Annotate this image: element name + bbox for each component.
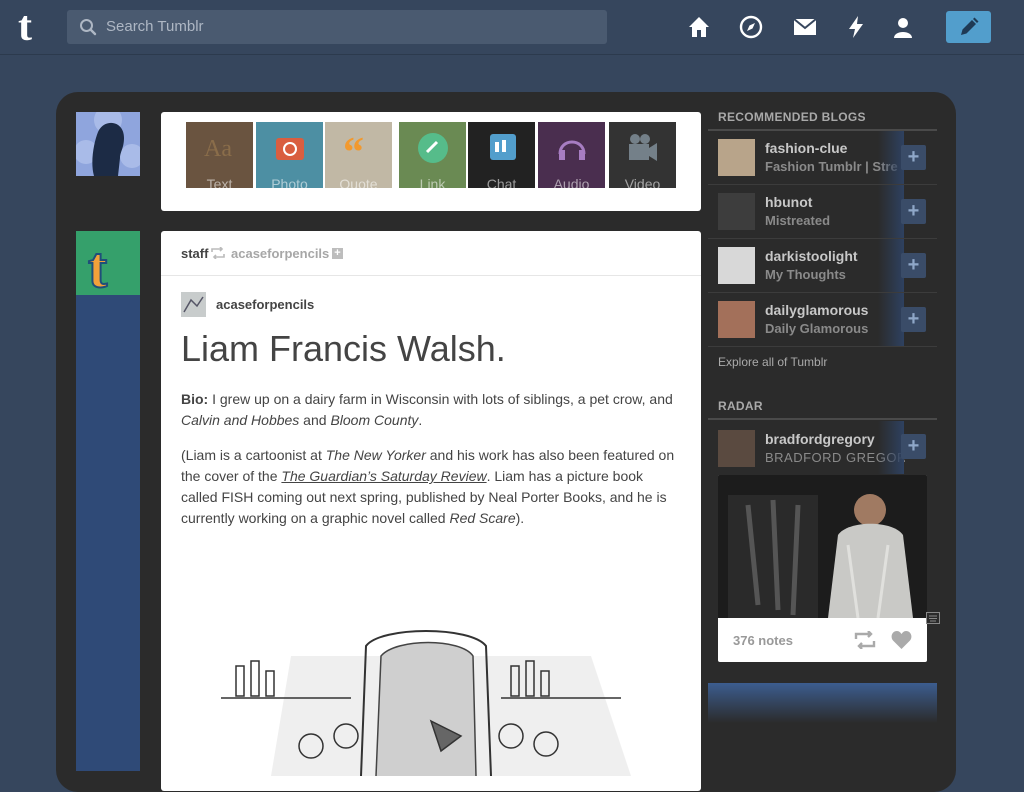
svg-text:“: “ (343, 132, 364, 164)
red-scare-emphasis: Red Scare (449, 510, 516, 526)
my-avatar[interactable] (74, 106, 144, 176)
top-bar: t Search Tumblr (0, 0, 1024, 55)
search-input[interactable]: Search Tumblr (106, 18, 204, 35)
account-person-icon[interactable] (890, 14, 916, 40)
reblogger-username[interactable]: staff (181, 246, 208, 261)
radar-blog-row[interactable]: bradfordgregory BRADFORD GREGOR + (708, 421, 937, 474)
staff-avatar[interactable]: t (76, 231, 140, 301)
blog-name[interactable]: dailyglamorous (765, 302, 868, 318)
post-type-label: Chat (486, 176, 517, 188)
camera-icon (276, 138, 304, 160)
post-type-label: Quote (339, 176, 378, 188)
silhouette-avatar-icon (74, 106, 144, 176)
bio-end: . (418, 412, 423, 428)
reblog-arrows-icon (211, 247, 225, 259)
sketch-avatar-icon (181, 292, 206, 317)
post-type-label: Photo (271, 176, 308, 188)
svg-text:Aa: Aa (204, 136, 232, 162)
blog-avatar[interactable] (718, 247, 755, 284)
guardian-review-link[interactable]: The Guardian’s Saturday Review (281, 468, 486, 484)
post-video-button[interactable]: Video (609, 122, 676, 188)
notes-count[interactable]: 376 notes (733, 633, 793, 648)
source-username[interactable]: acaseforpencils (231, 246, 329, 261)
post-type-label: Link (419, 176, 446, 188)
pencil-icon (961, 17, 979, 35)
search-box[interactable]: Search Tumblr (67, 10, 607, 44)
follow-button[interactable]: + (901, 253, 926, 278)
post-title: Liam Francis Walsh. (181, 328, 506, 369)
blog-name[interactable]: bradfordgregory (765, 431, 875, 447)
follow-button[interactable]: + (901, 199, 926, 224)
explore-compass-icon[interactable] (738, 14, 764, 40)
bio-emphasis-bloom: Bloom County (330, 412, 419, 428)
post-body: Bio: I grew up on a dairy farm in Wiscon… (181, 389, 681, 543)
post-audio-button[interactable]: Audio (538, 122, 605, 188)
post-type-label: Audio (553, 176, 590, 188)
post-header: staff acaseforpencils + (161, 231, 701, 276)
search-icon (80, 19, 97, 36)
new-yorker-emphasis: The New Yorker (325, 447, 426, 463)
post-text-button[interactable]: Aa Text (186, 122, 253, 188)
recommended-blog-row[interactable]: fashion-clue Fashion Tumblr | Stre + (708, 131, 937, 185)
blog-avatar[interactable] (718, 430, 755, 467)
blog-name[interactable]: fashion-clue (765, 140, 847, 156)
recommended-blog-row[interactable]: dailyglamorous Daily Glamorous + (708, 293, 937, 347)
blog-avatar[interactable] (718, 193, 755, 230)
recommended-blog-row[interactable]: darkistoolight My Thoughts + (708, 239, 937, 293)
bio-text: I grew up on a dairy farm in Wisconsin w… (208, 391, 673, 407)
para2-part-a: (Liam is a cartoonist at (181, 447, 326, 463)
cartoon-illustration (211, 626, 631, 776)
post-type-label: Video (624, 176, 661, 188)
radar-heading: RADAR (718, 399, 763, 413)
post-link-button[interactable]: Link (399, 122, 466, 188)
compose-button[interactable] (946, 11, 991, 43)
follow-button[interactable]: + (901, 434, 926, 459)
blog-avatar[interactable] (718, 139, 755, 176)
keyboard-shortcuts-icon[interactable] (926, 612, 940, 624)
reblogger-column (76, 231, 140, 771)
activity-lightning-icon[interactable] (843, 14, 869, 40)
chat-bubble-icon (490, 134, 516, 160)
post-type-label: Text (206, 176, 233, 188)
recommended-blog-row[interactable]: hbunot Mistreated + (708, 185, 937, 239)
text-aa-icon: Aa (204, 136, 232, 162)
blog-avatar[interactable] (718, 301, 755, 338)
link-chain-icon (418, 133, 448, 163)
radar-post-card[interactable]: 376 notes (718, 475, 927, 662)
svg-text:t: t (88, 235, 108, 295)
heart-like-icon[interactable] (891, 631, 912, 649)
post-quote-button[interactable]: “ Quote (325, 122, 392, 188)
follow-button[interactable]: + (901, 145, 926, 170)
reblog-icon[interactable] (854, 631, 876, 649)
post-photo-button[interactable]: Photo (256, 122, 323, 188)
post-chat-button[interactable]: Chat (468, 122, 535, 188)
bio-emphasis-calvin: Calvin and Hobbes (181, 412, 300, 428)
post-card: staff acaseforpencils + acaseforpencils … (161, 231, 701, 791)
source-avatar[interactable] (181, 292, 206, 317)
tumblr-staff-logo-icon: t (76, 231, 140, 301)
bio-and: and (299, 412, 331, 428)
follow-button[interactable]: + (901, 307, 926, 332)
headphones-icon (558, 140, 586, 160)
next-radar-section (708, 683, 937, 723)
follow-source-plus-icon[interactable]: + (332, 248, 343, 259)
radar-photo (718, 475, 927, 618)
recommended-blogs-heading: RECOMMENDED BLOGS (718, 110, 866, 124)
divider (708, 418, 937, 420)
explore-link[interactable]: Explore all of Tumblr (718, 355, 827, 369)
author-username[interactable]: acaseforpencils (216, 297, 314, 312)
messages-envelope-icon[interactable] (792, 14, 818, 40)
blog-name[interactable]: hbunot (765, 194, 812, 210)
home-icon[interactable] (686, 14, 712, 40)
tumblr-logo[interactable]: t (18, 6, 50, 48)
quote-icon: “ (343, 132, 364, 164)
bio-label: Bio: (181, 391, 209, 407)
para2-part-d: ). (515, 510, 525, 526)
video-camera-icon (629, 134, 657, 161)
blog-name[interactable]: darkistoolight (765, 248, 858, 264)
